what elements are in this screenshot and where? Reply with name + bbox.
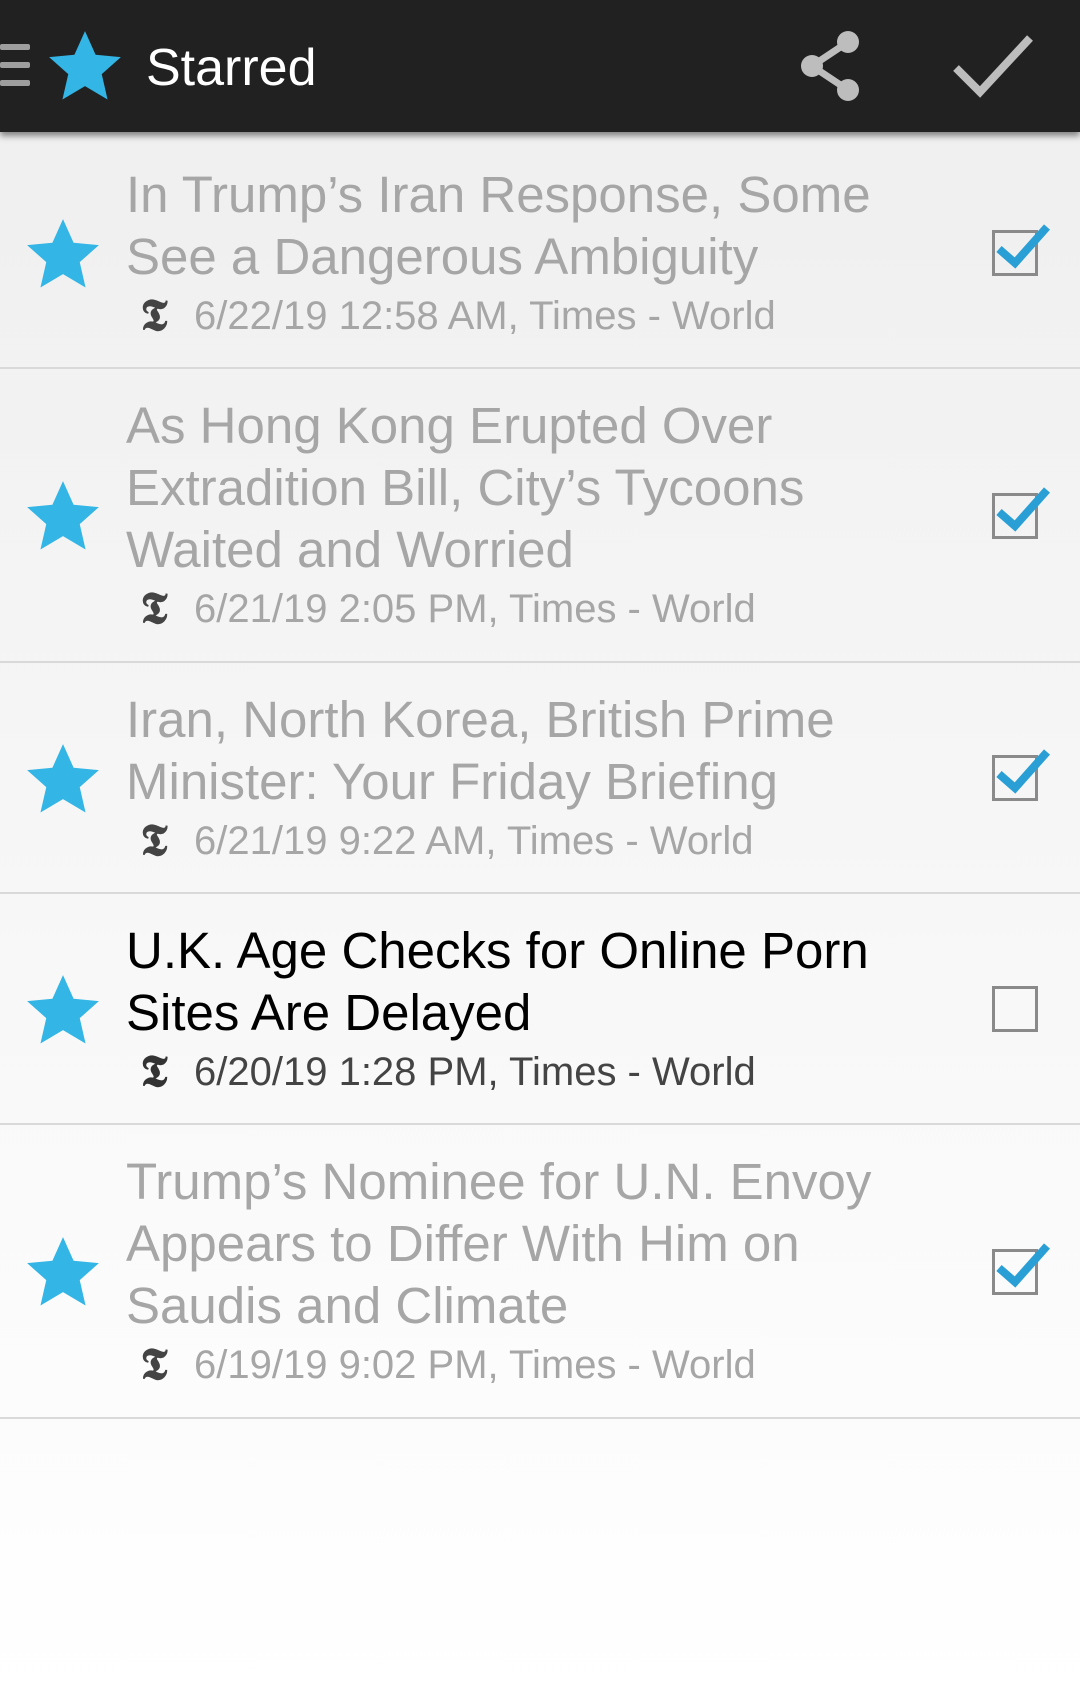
list-item[interactable]: U.K. Age Checks for Online Porn Sites Ar… <box>0 894 1080 1125</box>
nyt-logo-icon: 𝕿 <box>140 583 168 634</box>
star-icon[interactable] <box>22 476 104 558</box>
article-meta: 6/21/19 2:05 PM, Times - World <box>194 586 756 631</box>
checkmark-icon <box>996 749 1050 794</box>
article-meta: 6/22/19 12:58 AM, Times - World <box>194 293 776 338</box>
article-title: As Hong Kong Erupted Over Extradition Bi… <box>126 397 805 578</box>
nyt-logo-icon: 𝕿 <box>140 815 168 866</box>
article-title: In Trump’s Iran Response, Some See a Dan… <box>126 166 871 285</box>
list-item[interactable]: Iran, North Korea, British Prime Ministe… <box>0 663 1080 894</box>
article-checkbox[interactable] <box>992 749 1050 801</box>
article-title: Iran, North Korea, British Prime Ministe… <box>126 691 835 810</box>
article-title: U.K. Age Checks for Online Porn Sites Ar… <box>126 922 869 1041</box>
hamburger-icon[interactable] <box>0 44 30 86</box>
star-icon[interactable] <box>22 739 104 821</box>
list-item[interactable]: Trump’s Nominee for U.N. Envoy Appears t… <box>0 1125 1080 1419</box>
list-item[interactable]: As Hong Kong Erupted Over Extradition Bi… <box>0 369 1080 663</box>
checkmark-icon <box>996 1243 1050 1288</box>
article-checkbox[interactable] <box>992 487 1050 539</box>
article-checkbox[interactable] <box>992 1243 1050 1295</box>
article-meta: 6/19/19 9:02 PM, Times - World <box>194 1342 756 1387</box>
article-list: In Trump’s Iran Response, Some See a Dan… <box>0 138 1080 1419</box>
star-icon[interactable] <box>22 214 104 296</box>
article-checkbox[interactable] <box>992 224 1050 276</box>
checkmark-icon <box>996 487 1050 532</box>
star-icon[interactable] <box>22 1232 104 1314</box>
nyt-logo-icon: 𝕿 <box>140 290 168 341</box>
nyt-logo-icon: 𝕿 <box>140 1046 168 1097</box>
article-meta: 6/20/19 1:28 PM, Times - World <box>194 1049 756 1094</box>
checkmark-icon <box>996 224 1050 269</box>
star-icon <box>49 31 121 100</box>
share-icon[interactable] <box>790 26 870 106</box>
app-bar: Starred <box>0 0 1080 132</box>
check-icon[interactable] <box>950 28 1036 104</box>
article-checkbox[interactable] <box>992 986 1038 1032</box>
article-title: Trump’s Nominee for U.N. Envoy Appears t… <box>126 1153 872 1334</box>
article-meta: 6/21/19 9:22 AM, Times - World <box>194 818 754 863</box>
star-icon[interactable] <box>22 970 104 1052</box>
list-item[interactable]: In Trump’s Iran Response, Some See a Dan… <box>0 138 1080 369</box>
page-title: Starred <box>146 39 317 97</box>
nyt-logo-icon: 𝕿 <box>140 1339 168 1390</box>
